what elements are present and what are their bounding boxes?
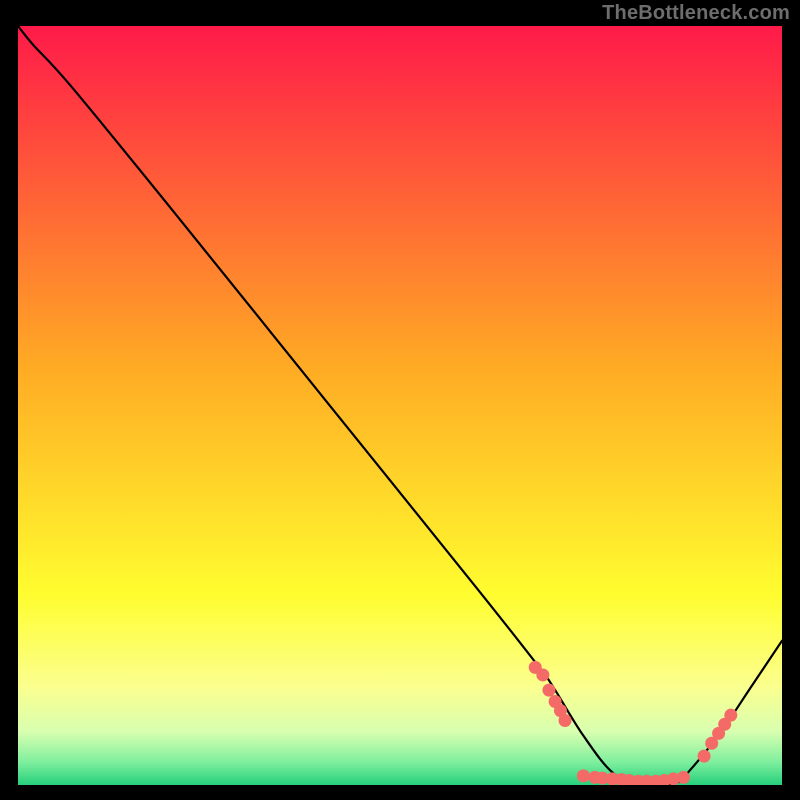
chart-svg — [18, 26, 782, 785]
data-point — [698, 750, 711, 763]
data-point — [724, 709, 737, 722]
data-point — [536, 668, 549, 681]
data-point — [559, 714, 572, 727]
data-point — [542, 684, 555, 697]
chart-background — [18, 26, 782, 785]
chart-frame: TheBottleneck.com — [0, 0, 800, 800]
chart-plot-area — [18, 26, 782, 785]
data-point — [577, 769, 590, 782]
attribution-watermark: TheBottleneck.com — [602, 2, 790, 25]
data-point — [677, 771, 690, 784]
